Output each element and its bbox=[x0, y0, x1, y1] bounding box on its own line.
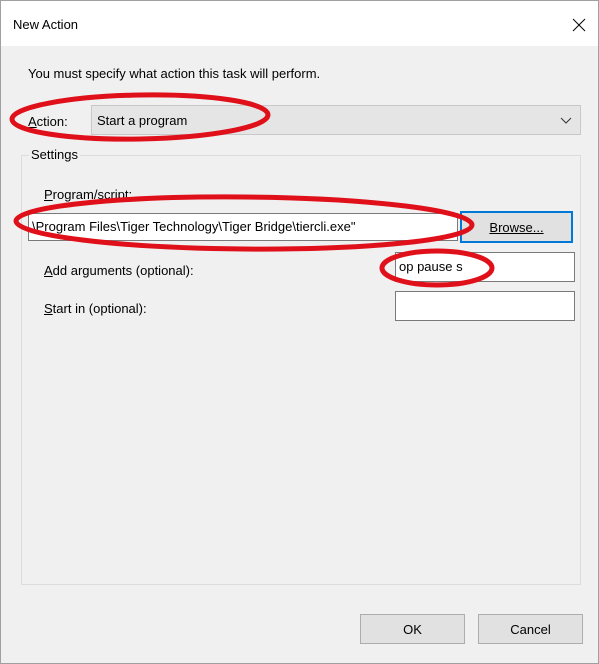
ok-button[interactable]: OK bbox=[360, 614, 465, 644]
new-action-dialog: New Action You must specify what action … bbox=[0, 0, 599, 664]
cancel-button[interactable]: Cancel bbox=[478, 614, 583, 644]
program-script-input[interactable]: \Program Files\Tiger Technology\Tiger Br… bbox=[28, 213, 458, 241]
dialog-title: New Action bbox=[13, 17, 79, 32]
start-in-label: Start in (optional): bbox=[44, 301, 147, 316]
args-label-rest: dd arguments (optional): bbox=[52, 263, 194, 278]
instruction-text: You must specify what action this task w… bbox=[28, 66, 321, 81]
program-label-mnemonic: P bbox=[44, 187, 53, 202]
browse-button-label: Browse... bbox=[489, 219, 544, 235]
settings-legend: Settings bbox=[29, 147, 80, 162]
startin-label-mnemonic: S bbox=[44, 301, 53, 316]
action-label-mnemonic: A bbox=[28, 114, 37, 129]
startin-label-rest: tart in (optional): bbox=[52, 301, 147, 316]
action-label-rest: ction: bbox=[36, 114, 68, 129]
browse-button[interactable]: Browse... bbox=[460, 211, 573, 243]
action-label: Action: bbox=[28, 114, 68, 129]
action-dropdown[interactable]: Start a program bbox=[91, 105, 581, 135]
action-dropdown-value: Start a program bbox=[97, 113, 188, 128]
program-label-rest: rogram/script: bbox=[52, 187, 133, 202]
chevron-down-icon bbox=[560, 117, 572, 124]
add-arguments-label: Add arguments (optional): bbox=[44, 263, 194, 278]
args-label-mnemonic: A bbox=[44, 263, 53, 278]
start-in-input[interactable] bbox=[395, 291, 575, 321]
close-icon bbox=[572, 18, 586, 32]
add-arguments-input[interactable]: op pause s bbox=[395, 252, 575, 282]
title-bar: New Action bbox=[1, 1, 598, 46]
close-button[interactable] bbox=[564, 10, 594, 40]
program-script-label: Program/script: bbox=[44, 187, 132, 202]
